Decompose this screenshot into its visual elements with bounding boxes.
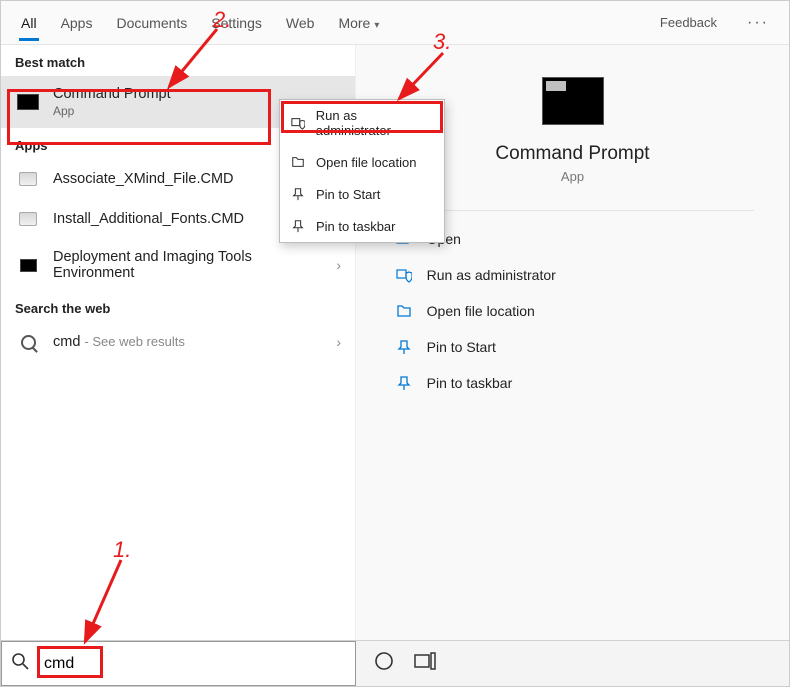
search-box[interactable] [1,641,356,686]
cmd-file-icon [15,169,41,189]
tab-settings[interactable]: Settings [199,4,274,41]
filter-tabs: All Apps Documents Settings Web More▾ Fe… [1,1,789,45]
pin-start-icon [395,338,413,356]
action-pin-taskbar[interactable]: Pin to taskbar [391,365,755,401]
chevron-right-icon: › [336,334,341,350]
tab-apps[interactable]: Apps [49,4,105,41]
search-icon [2,652,38,675]
cortana-icon[interactable] [374,651,394,676]
context-pin-start[interactable]: Pin to Start [280,178,444,210]
shield-icon [290,115,306,131]
action-pin-start[interactable]: Pin to Start [391,329,755,365]
pin-start-icon [290,186,306,202]
divider [391,210,755,211]
best-match-title: Command Prompt [53,86,171,102]
search-footer [1,640,789,686]
preview-subtitle: App [561,169,584,184]
feedback-link[interactable]: Feedback [642,15,735,30]
search-input[interactable] [38,642,355,685]
action-run-admin[interactable]: Run as administrator [391,257,755,293]
tab-web[interactable]: Web [274,4,327,41]
pin-taskbar-icon [290,218,306,234]
folder-icon [395,302,413,320]
section-web: Search the web [1,291,355,322]
best-match-subtitle: App [53,104,171,118]
action-open-location[interactable]: Open file location [391,293,755,329]
chevron-down-icon: ▾ [374,20,379,31]
preview-title: Command Prompt [495,143,649,165]
ellipsis-icon[interactable]: ··· [735,14,781,32]
result-web-cmd[interactable]: cmd- See web results › [1,322,355,362]
pin-taskbar-icon [395,374,413,392]
cmd-file-icon [15,209,41,229]
app-thumbnail [542,77,604,125]
folder-icon [290,154,306,170]
task-view-icon[interactable] [414,652,436,675]
section-best-match: Best match [1,45,355,76]
shield-icon [395,266,413,284]
chevron-right-icon: › [336,257,341,273]
tab-all[interactable]: All [9,4,49,41]
search-icon [15,332,41,352]
result-deployment-tools[interactable]: Deployment and Imaging Tools Environment… [1,239,355,291]
tab-documents[interactable]: Documents [104,4,199,41]
terminal-icon [15,255,41,275]
taskbar-icons [356,641,789,686]
context-open-location[interactable]: Open file location [280,146,444,178]
tab-more[interactable]: More▾ [326,4,391,41]
context-pin-taskbar[interactable]: Pin to taskbar [280,210,444,242]
action-open[interactable]: Open [391,221,755,257]
context-run-admin[interactable]: Run as administrator [280,100,444,146]
context-menu: Run as administrator Open file location … [279,99,445,243]
terminal-icon [15,92,41,112]
